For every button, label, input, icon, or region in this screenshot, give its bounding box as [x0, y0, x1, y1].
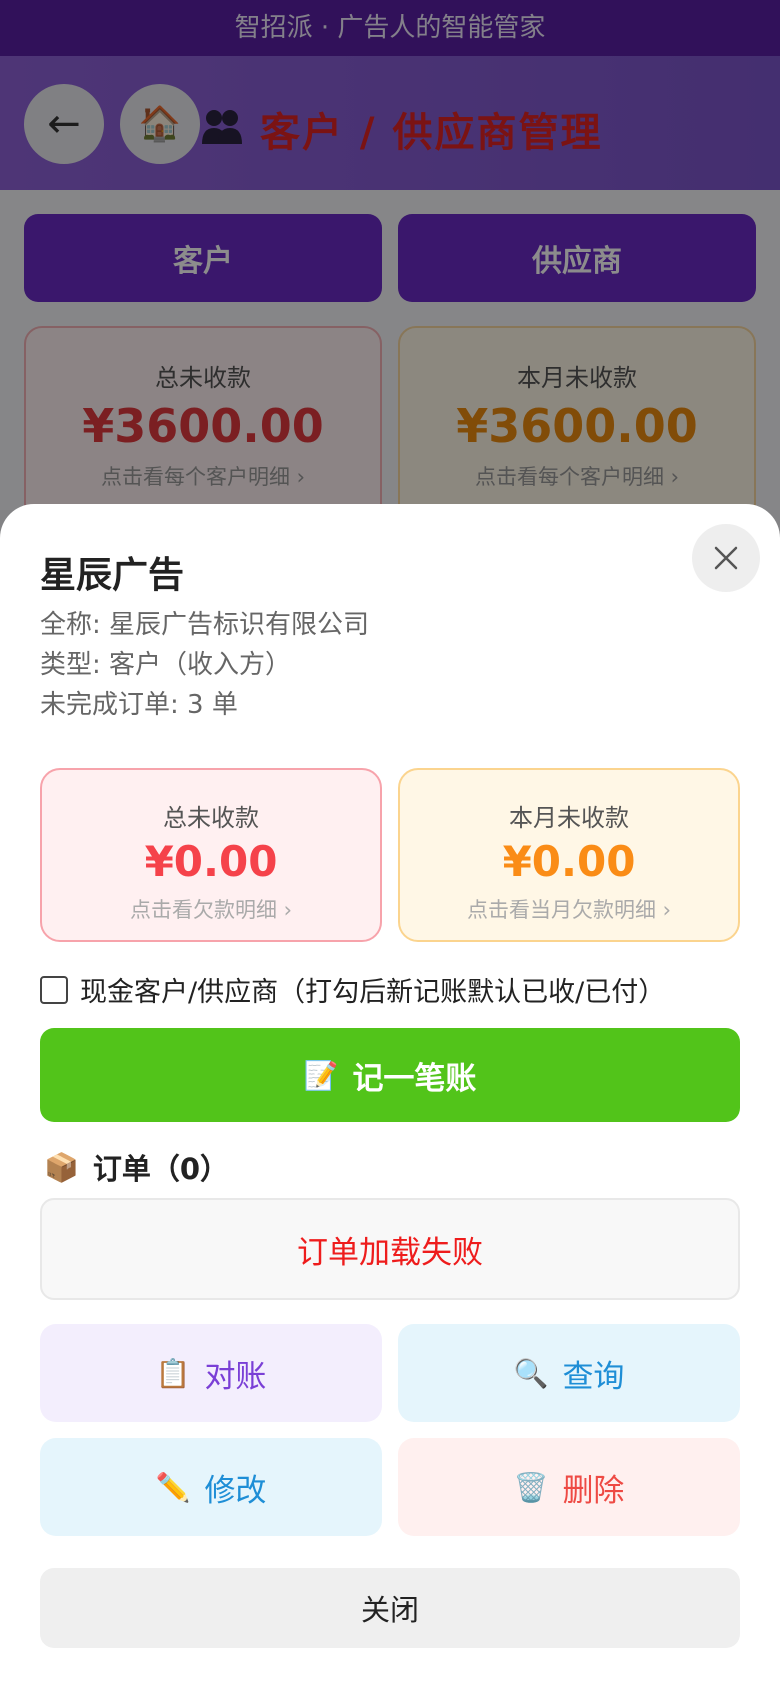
month-unpaid-card[interactable]: 本月未收款 ¥0.00 点击看当月欠款明细 › [398, 768, 740, 942]
card-label: 本月未收款 [509, 804, 629, 832]
card-label: 总未收款 [163, 804, 259, 832]
customer-type: 类型: 客户（收入方） [40, 650, 292, 680]
delete-label: 删除 [562, 1472, 625, 1509]
pencil-icon: ✏️ [155, 1470, 191, 1504]
memo-icon: 📝 [303, 1058, 339, 1092]
customer-name: 星辰广告 [40, 555, 185, 596]
orders-error: 订单加载失败 [40, 1198, 740, 1300]
card-hint: 点击看欠款明细 › [129, 898, 293, 922]
delete-button[interactable]: 🗑️ 删除 [398, 1438, 740, 1536]
trash-icon: 🗑️ [513, 1470, 549, 1504]
search-icon: 🔍 [513, 1356, 549, 1390]
query-button[interactable]: 🔍 查询 [398, 1324, 740, 1422]
close-icon-button[interactable] [692, 524, 760, 592]
cash-customer-label: 现金客户/供应商（打勾后新记账默认已收/已付） [80, 977, 666, 1008]
card-value: ¥0.00 [502, 837, 636, 886]
full-name: 全称: 星辰广告标识有限公司 [40, 610, 370, 640]
query-label: 查询 [562, 1358, 625, 1395]
cash-customer-checkbox[interactable] [40, 975, 68, 1004]
package-icon: 📦 [44, 1150, 79, 1184]
cash-customer-option[interactable]: 现金客户/供应商（打勾后新记账默认已收/已付） [40, 970, 665, 1009]
orders-title: 订单（0） [92, 1152, 230, 1186]
reconcile-label: 对账 [204, 1358, 267, 1395]
close-button[interactable]: 关闭 [40, 1568, 740, 1648]
card-value: ¥0.00 [144, 837, 278, 886]
customer-detail-sheet: 星辰广告 全称: 星辰广告标识有限公司 类型: 客户（收入方） 未完成订单: 3… [0, 504, 780, 1688]
reconcile-button[interactable]: 📋 对账 [40, 1324, 382, 1422]
record-entry-button[interactable]: 📝 记一笔账 [40, 1028, 740, 1122]
orders-header: 📦 订单（0） [44, 1146, 229, 1188]
total-unpaid-card[interactable]: 总未收款 ¥0.00 点击看欠款明细 › [40, 768, 382, 942]
card-hint: 点击看当月欠款明细 › [466, 898, 672, 922]
edit-label: 修改 [204, 1472, 267, 1509]
pending-orders: 未完成订单: 3 单 [40, 690, 238, 720]
record-entry-label: 记一笔账 [352, 1060, 477, 1097]
close-icon [714, 546, 738, 570]
edit-button[interactable]: ✏️ 修改 [40, 1438, 382, 1536]
clipboard-icon: 📋 [155, 1356, 191, 1390]
